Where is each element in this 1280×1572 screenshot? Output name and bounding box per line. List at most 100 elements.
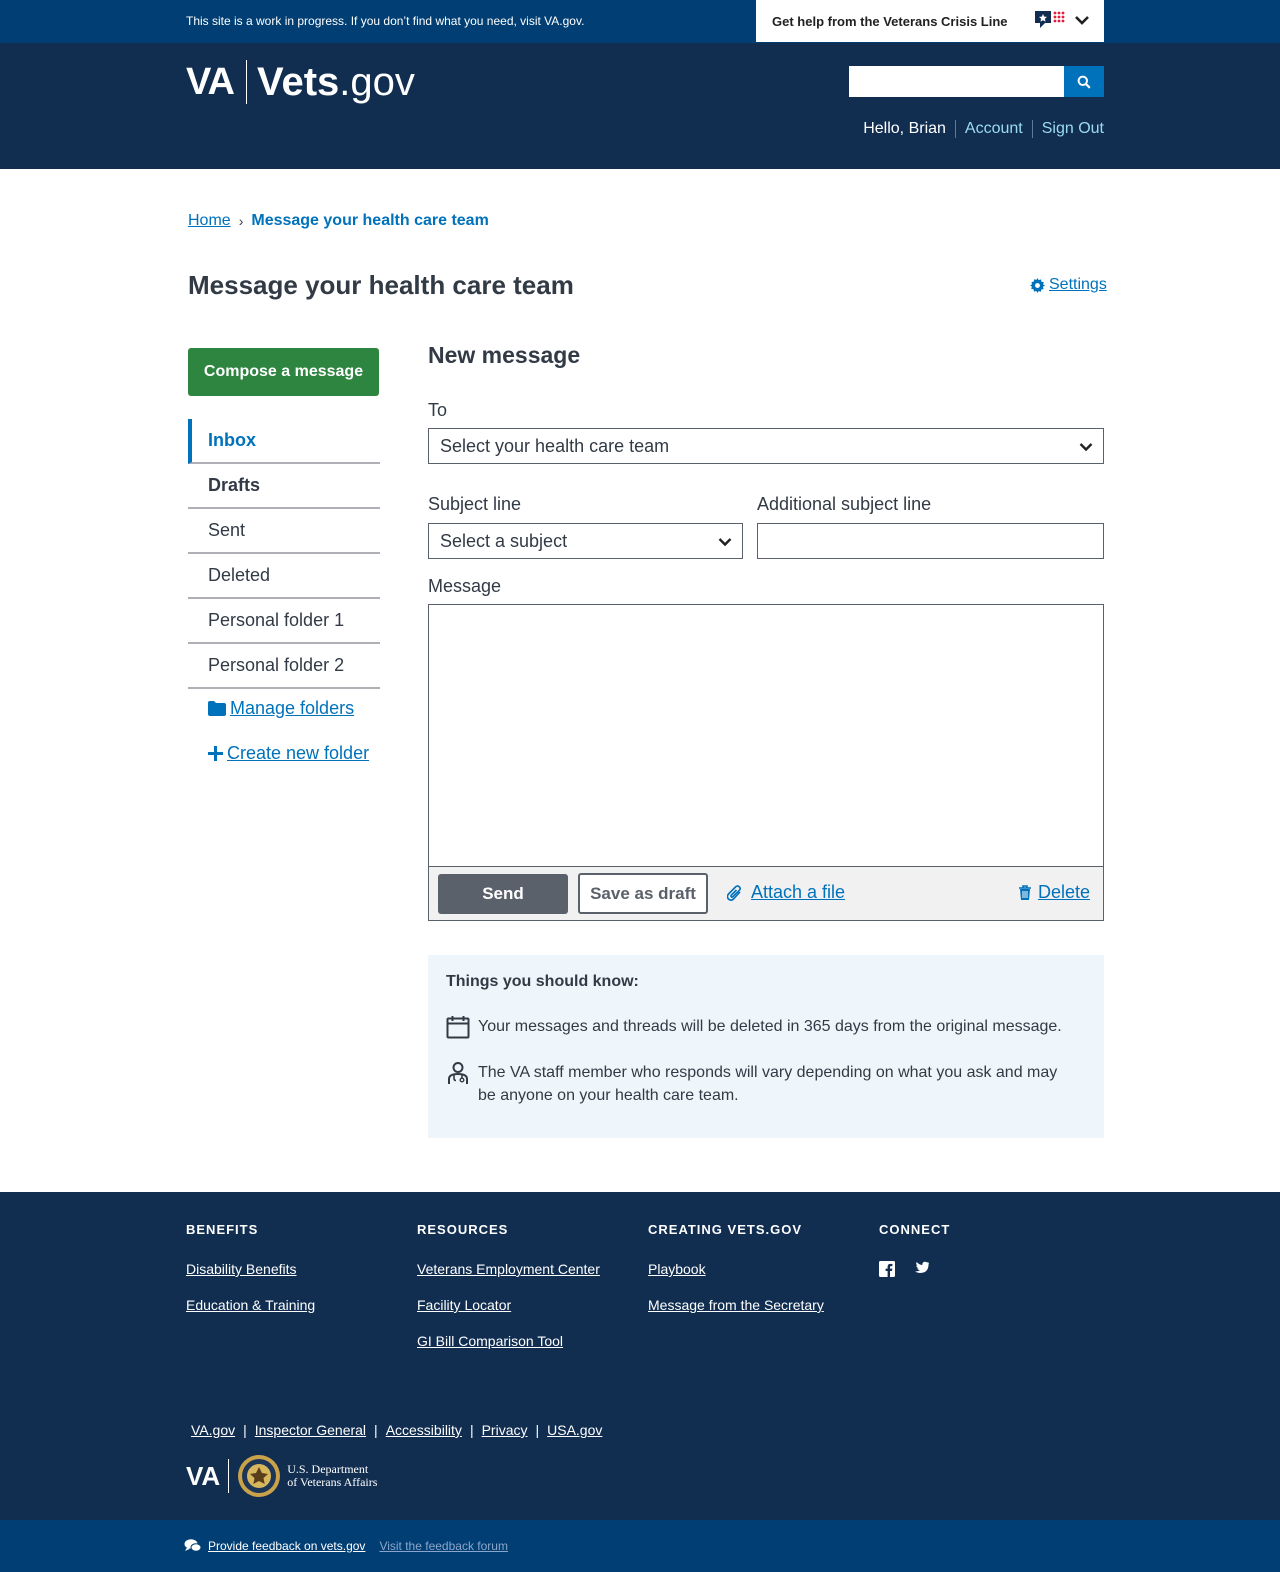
search-icon <box>1077 75 1091 89</box>
sidebar-item-sent[interactable]: Sent <box>188 509 380 554</box>
info-item: The VA staff member who responds will va… <box>446 1061 1066 1107</box>
to-label: To <box>428 400 448 420</box>
folder-icon <box>208 701 226 716</box>
settings-label: Settings <box>1049 276 1107 293</box>
doctor-icon <box>448 1062 468 1084</box>
twitter-icon[interactable] <box>911 1261 929 1276</box>
sidebar-item-personal-folder-1[interactable]: Personal folder 1 <box>188 599 380 644</box>
footer-link[interactable]: Education & Training <box>186 1297 315 1313</box>
create-folder-link[interactable]: Create new folder <box>208 743 369 764</box>
things-to-know-box: Things you should know: Your messages an… <box>428 955 1104 1138</box>
plus-icon <box>208 746 223 761</box>
footer-link[interactable]: Message from the Secretary <box>648 1297 824 1313</box>
footer-link-usa-gov[interactable]: USA.gov <box>547 1422 602 1438</box>
breadcrumb-current[interactable]: Message your health care team <box>251 212 488 230</box>
provide-feedback-link[interactable]: Provide feedback on vets.gov <box>208 1539 365 1553</box>
info-item-text: Your messages and threads will be delete… <box>478 1018 1062 1035</box>
message-textarea[interactable] <box>428 604 1104 866</box>
recipient-select[interactable]: Select your health care team <box>428 428 1104 464</box>
subject-select[interactable]: Select a subject <box>428 523 743 559</box>
feedback-bar: Provide feedback on vets.gov Visit the f… <box>0 1520 1280 1572</box>
work-in-progress-notice: This site is a work in progress. If you … <box>186 14 585 28</box>
info-item-text: The VA staff member who responds will va… <box>478 1064 1058 1104</box>
crisis-line-logo-icon <box>1035 11 1065 28</box>
folder-nav: Inbox Drafts Sent Deleted Personal folde… <box>188 419 380 689</box>
recipient-select-value: Select your health care team <box>440 435 670 456</box>
facebook-icon[interactable] <box>879 1261 895 1277</box>
footer-heading: BENEFITS <box>186 1222 259 1237</box>
nav-divider <box>954 120 956 138</box>
sidebar-item-deleted[interactable]: Deleted <box>188 554 380 599</box>
calendar-icon <box>446 1016 470 1039</box>
link-separator: | <box>374 1422 378 1438</box>
chevron-down-icon <box>1079 443 1093 452</box>
crisis-line-button[interactable]: Get help from the Veterans Crisis Line <box>756 0 1104 42</box>
chevron-down-icon <box>718 538 732 547</box>
account-link[interactable]: Account <box>965 120 1023 138</box>
logo-separator <box>245 60 247 104</box>
footer-link-privacy[interactable]: Privacy <box>482 1422 528 1438</box>
footer-link-inspector-general[interactable]: Inspector General <box>255 1422 366 1438</box>
site-footer: BENEFITS Disability Benefits Education &… <box>0 1192 1280 1520</box>
manage-folders-link[interactable]: Manage folders <box>208 698 354 719</box>
footer-bottom-links: VA.gov | Inspector General | Accessibili… <box>191 1422 602 1438</box>
sidebar-item-drafts[interactable]: Drafts <box>188 464 380 509</box>
user-greeting: Hello, Brian <box>863 120 946 137</box>
link-separator: | <box>243 1422 247 1438</box>
save-draft-button[interactable]: Save as draft <box>578 873 708 914</box>
footer-link[interactable]: GI Bill Comparison Tool <box>417 1333 600 1349</box>
breadcrumb-separator: › <box>238 213 244 229</box>
send-button[interactable]: Send <box>438 874 568 914</box>
sign-out-link[interactable]: Sign Out <box>1042 120 1104 138</box>
footer-link[interactable]: Facility Locator <box>417 1297 600 1313</box>
va-seal-icon <box>238 1455 281 1497</box>
footer-link[interactable]: Disability Benefits <box>186 1261 315 1277</box>
additional-subject-input[interactable] <box>757 523 1104 559</box>
footer-logo-va: VA <box>186 1460 221 1491</box>
va-footer-logo[interactable]: VA U.S. Department of Veterans Affairs <box>186 1454 377 1498</box>
department-name-line-2: of Veterans Affairs <box>287 1475 378 1489</box>
link-separator: | <box>535 1422 540 1438</box>
info-item: Your messages and threads will be delete… <box>446 1015 1066 1039</box>
subject-select-value: Select a subject <box>440 530 568 551</box>
delete-label: Delete <box>1037 882 1090 902</box>
vets-gov-logo[interactable]: VA Vets .gov <box>186 59 415 105</box>
compose-message-button[interactable]: Compose a message <box>188 348 379 396</box>
footer-link[interactable]: Veterans Employment Center <box>417 1261 600 1277</box>
things-to-know-title: Things you should know: <box>446 973 639 990</box>
gear-icon <box>1030 277 1045 293</box>
crisis-line-label: Get help from the Veterans Crisis Line <box>772 13 1008 29</box>
feedback-links: Provide feedback on vets.gov Visit the f… <box>184 1538 508 1553</box>
site-header: VA Vets .gov Hello, Brian Account Sign O… <box>0 43 1280 169</box>
message-action-bar: Send Save as draft Attach a file Delete <box>428 866 1104 921</box>
footer-heading: CREATING VETS.GOV <box>648 1222 802 1237</box>
footer-heading: RESOURCES <box>417 1222 509 1237</box>
message-label: Message <box>428 576 502 596</box>
new-message-title: New message <box>428 342 581 368</box>
settings-link[interactable]: Settings <box>1030 276 1107 294</box>
footer-link-va-gov[interactable]: VA.gov <box>191 1422 235 1438</box>
chevron-down-icon <box>1075 16 1089 25</box>
delete-link[interactable]: Delete <box>1018 882 1090 903</box>
breadcrumb-home[interactable]: Home <box>188 212 231 230</box>
attach-file-label: Attach a file <box>751 882 846 902</box>
subject-label: Subject line <box>428 494 522 514</box>
feedback-forum-link[interactable]: Visit the feedback forum <box>379 1539 508 1553</box>
attach-file-link[interactable]: Attach a file <box>727 882 845 903</box>
link-separator: | <box>469 1422 474 1438</box>
breadcrumb: Home › Message your health care team <box>188 212 489 230</box>
search-input[interactable] <box>849 66 1064 97</box>
sidebar-item-inbox[interactable]: Inbox <box>188 419 380 464</box>
manage-folders-label: Manage folders <box>230 698 355 718</box>
paperclip-icon <box>727 884 741 901</box>
footer-link-accessibility[interactable]: Accessibility <box>386 1422 462 1438</box>
footer-logo-separator <box>228 1459 230 1493</box>
social-links <box>879 1261 950 1277</box>
sidebar-item-personal-folder-2[interactable]: Personal folder 2 <box>188 644 380 689</box>
nav-divider <box>1031 120 1033 138</box>
additional-subject-label: Additional subject line <box>757 494 932 514</box>
footer-column-creating: CREATING VETS.GOV Playbook Message from … <box>648 1222 824 1333</box>
search-button[interactable] <box>1064 66 1104 97</box>
footer-link[interactable]: Playbook <box>648 1261 824 1277</box>
footer-column-resources: RESOURCES Veterans Employment Center Fac… <box>417 1222 600 1369</box>
